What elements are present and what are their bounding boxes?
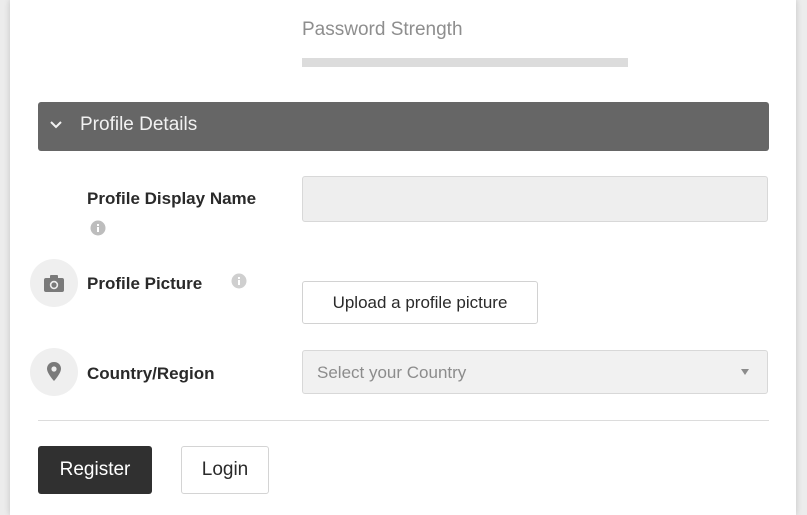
info-icon[interactable] <box>231 273 247 289</box>
display-name-input[interactable] <box>302 176 768 222</box>
location-icon-badge <box>30 348 78 396</box>
camera-icon <box>44 275 64 292</box>
chevron-down-icon <box>50 121 62 129</box>
camera-icon-badge <box>30 259 78 307</box>
profile-picture-label: Profile Picture <box>87 274 203 293</box>
password-strength-meter <box>302 58 628 67</box>
info-icon[interactable] <box>90 220 106 236</box>
profile-details-section-header[interactable]: Profile Details <box>38 102 769 151</box>
register-button[interactable]: Register <box>38 446 152 494</box>
registration-card: Password Strength Profile Details Profil… <box>10 0 796 515</box>
section-title: Profile Details <box>80 114 198 135</box>
upload-profile-picture-button[interactable]: Upload a profile picture <box>302 281 538 324</box>
country-region-label: Country/Region <box>87 364 215 383</box>
country-select-placeholder: Select your Country <box>317 363 467 382</box>
divider <box>38 420 769 421</box>
location-pin-icon <box>47 362 61 381</box>
display-name-label: Profile Display Name <box>87 189 257 208</box>
country-select[interactable]: Select your Country <box>302 350 768 394</box>
dropdown-caret-icon <box>741 369 749 375</box>
password-strength-label: Password Strength <box>302 19 463 40</box>
login-button[interactable]: Login <box>181 446 269 494</box>
